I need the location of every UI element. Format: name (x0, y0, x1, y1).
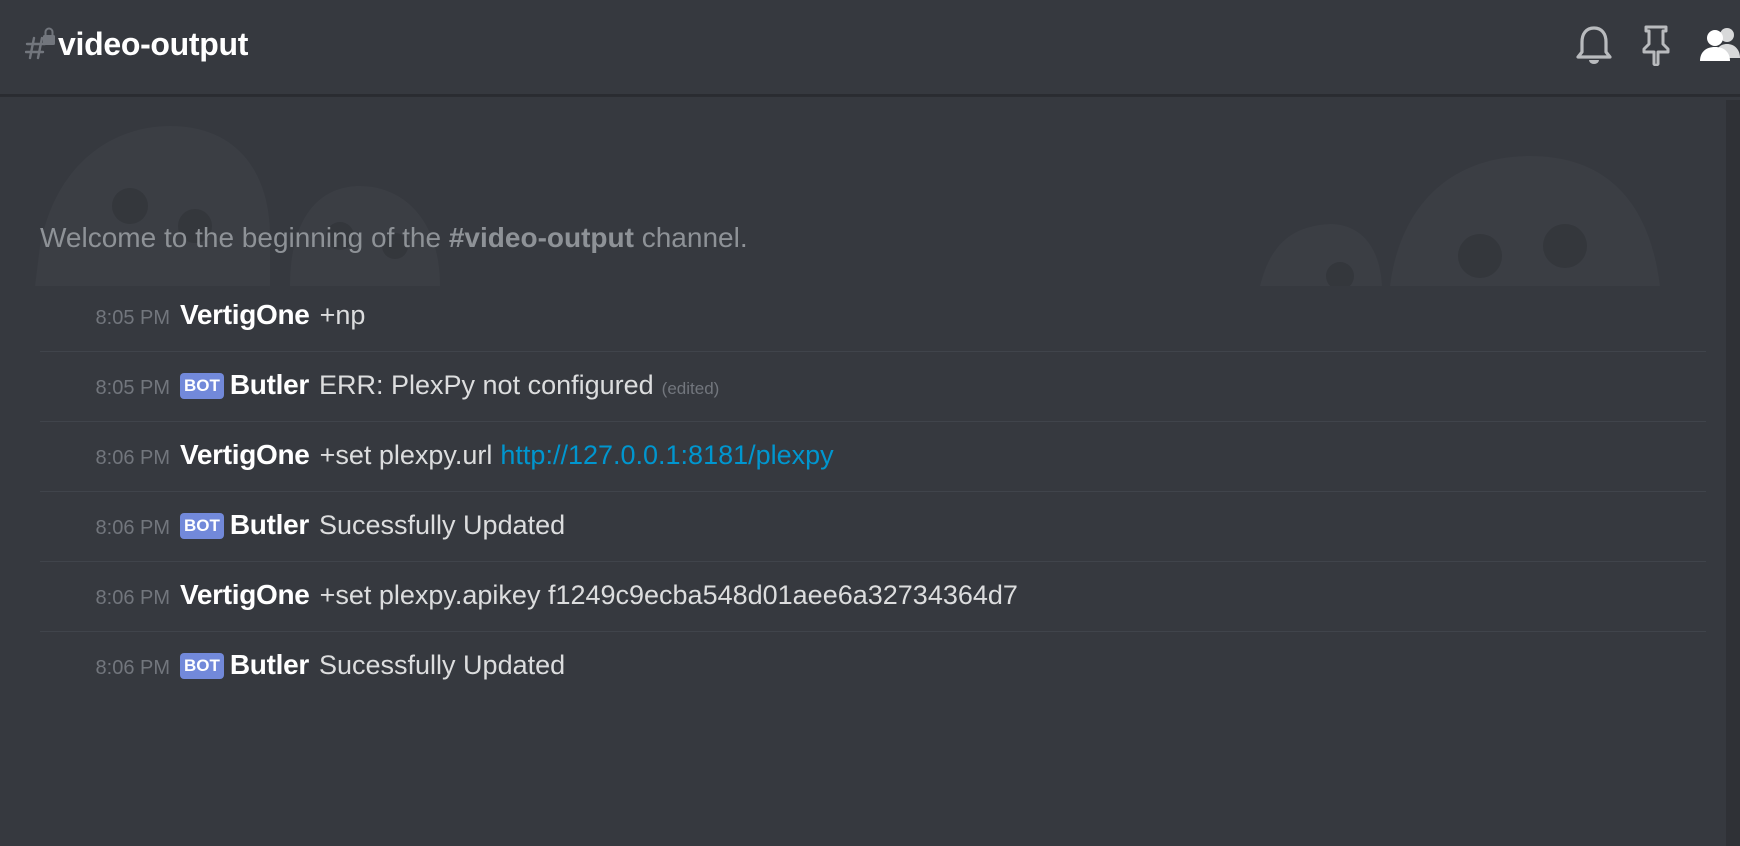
message-timestamp: 8:05 PM (95, 307, 170, 329)
message-list: 8:05 PM VertigOne +np 8:05 PM BOT Butler… (40, 282, 1706, 702)
message-author[interactable]: Butler (230, 509, 309, 541)
message-content: +set plexpy.apikey f1249c9ecba548d01aee6… (319, 580, 1018, 610)
message-author[interactable]: VertigOne (180, 579, 310, 611)
message-content: Sucessfully Updated (319, 650, 566, 680)
message-link[interactable]: http://127.0.0.1:8181/plexpy (500, 440, 833, 471)
message-author[interactable]: Butler (230, 369, 309, 401)
chat-window: video-output Welcome to the beginning of… (0, 0, 1740, 846)
message-author[interactable]: Butler (230, 649, 309, 681)
welcome-suffix: channel. (633, 222, 748, 253)
channel-title: video-output (58, 26, 249, 62)
welcome-illustration (35, 126, 1660, 286)
bot-tag: BOT (180, 653, 224, 679)
members-icon[interactable] (1697, 24, 1740, 66)
welcome-channel: #video-output (448, 222, 634, 253)
edited-label: (edited) (661, 379, 720, 398)
message-timestamp: 8:06 PM (95, 587, 170, 609)
bot-tag: BOT (180, 513, 224, 539)
message-content: ERR: PlexPy not configured (319, 370, 654, 400)
message-timestamp: 8:05 PM (95, 377, 170, 399)
message-author[interactable]: VertigOne (180, 299, 310, 331)
message[interactable]: 8:06 PM VertigOne +set plexpy.apikey f12… (40, 562, 1706, 632)
message[interactable]: 8:05 PM BOT Butler ERR: PlexPy not confi… (40, 352, 1706, 422)
message-content: +set plexpy.url (319, 440, 493, 470)
message-timestamp: 8:06 PM (95, 517, 170, 539)
message-content: +np (319, 300, 366, 330)
scrollbar[interactable] (1726, 100, 1740, 846)
locked-channel-icon (25, 27, 55, 60)
message[interactable]: 8:06 PM BOT Butler Sucessfully Updated (40, 492, 1706, 562)
message-content: Sucessfully Updated (319, 510, 566, 540)
bell-icon[interactable] (1574, 24, 1614, 66)
welcome-prefix: Welcome to the beginning of the (40, 222, 449, 253)
welcome-message: Welcome to the beginning of the #video-o… (40, 220, 748, 256)
message-author[interactable]: VertigOne (180, 439, 310, 471)
message-timestamp: 8:06 PM (95, 657, 170, 679)
message[interactable]: 8:05 PM VertigOne +np (40, 282, 1706, 352)
message[interactable]: 8:06 PM BOT Butler Sucessfully Updated (40, 632, 1706, 702)
channel-header: video-output (0, 0, 1740, 96)
pin-icon[interactable] (1640, 24, 1672, 66)
bot-tag: BOT (180, 373, 224, 399)
message[interactable]: 8:06 PM VertigOne +set plexpy.url http:/… (40, 422, 1706, 492)
message-timestamp: 8:06 PM (95, 447, 170, 469)
